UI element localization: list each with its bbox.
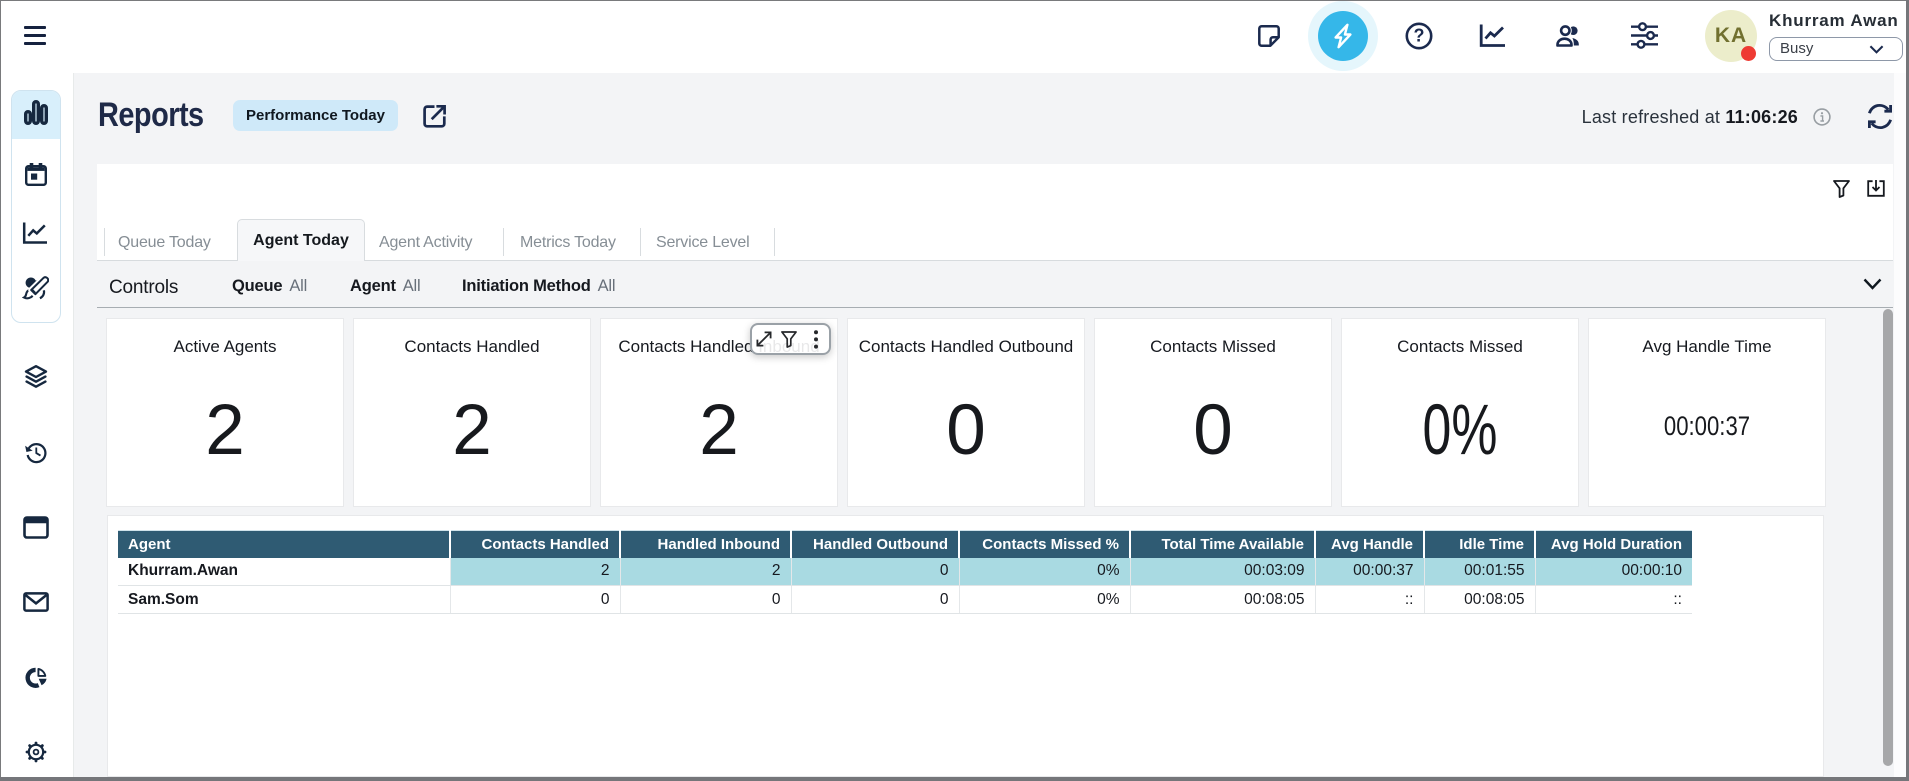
svg-text:?: ?: [1414, 25, 1425, 45]
